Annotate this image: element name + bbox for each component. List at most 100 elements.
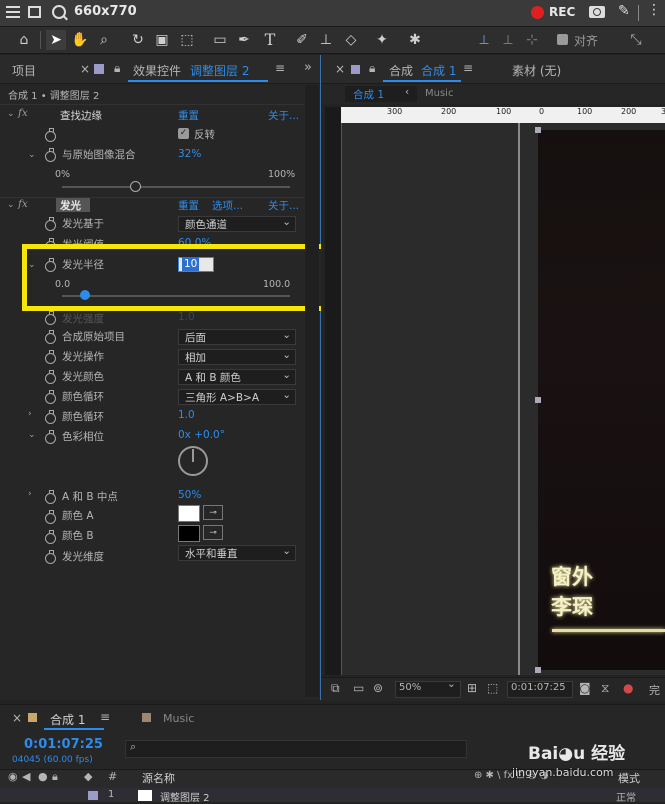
operation-dropdown[interactable]: 相加	[178, 347, 296, 365]
timeline-tab-comp[interactable]: 合成 1	[50, 711, 85, 728]
phase-collapse-icon[interactable]: ⌄	[28, 430, 36, 440]
pen-tool-icon[interactable]: ✒	[234, 30, 254, 50]
snapshot-icon[interactable]: ⧉	[331, 681, 340, 696]
blend-slider-knob[interactable]	[129, 181, 141, 192]
label-tag-icon[interactable]: ◆	[84, 770, 92, 783]
tab-layer-name[interactable]: 调整图层 2	[190, 62, 249, 79]
layer-color-swatch[interactable]	[88, 791, 98, 800]
tab-material[interactable]: 素材 (无)	[512, 62, 561, 79]
glow-reset-link[interactable]: 重置	[178, 198, 199, 213]
snap-world-icon[interactable]: ⊹	[522, 30, 542, 50]
monitor-icon[interactable]: ▭	[353, 681, 364, 695]
align-more-icon[interactable]: ⤡	[626, 30, 646, 50]
glow-about-link[interactable]: 关于...	[268, 198, 299, 213]
color-channel-icon[interactable]: ●	[623, 681, 633, 695]
solo-icon[interactable]: ●	[38, 770, 48, 783]
region-icon[interactable]: ⬚	[487, 681, 498, 695]
close-tab-icon[interactable]: ×	[12, 711, 22, 725]
find-edges-about-link[interactable]: 关于...	[268, 108, 299, 123]
tab-comp-name[interactable]: 合成 1	[421, 62, 456, 79]
camera-icon[interactable]	[589, 6, 605, 18]
dimensions-dropdown[interactable]: 水平和垂直	[178, 543, 296, 561]
maximize-icon[interactable]	[28, 6, 41, 18]
panel-expand-icon[interactable]: »	[304, 60, 312, 75]
glow-collapse-icon[interactable]: ⌄	[7, 200, 15, 210]
fx-icon[interactable]: fx	[18, 198, 28, 210]
stopwatch-icon[interactable]	[45, 350, 56, 364]
search-icon[interactable]	[52, 5, 68, 21]
color-a-eyedropper-icon[interactable]: ⊸	[203, 505, 223, 520]
tab-comp-prefix[interactable]: 合成	[389, 62, 413, 79]
stopwatch-icon[interactable]	[45, 510, 56, 524]
hand-tool-icon[interactable]: ✋	[70, 30, 90, 50]
viewer-timecode[interactable]: 0:01:07:25	[511, 682, 566, 693]
midpoint-expand-icon[interactable]: ›	[28, 489, 32, 499]
phase-value[interactable]: 0x +0.0°	[178, 429, 225, 441]
zoom-tool-icon[interactable]: ⌕	[94, 30, 114, 50]
find-edges-reset-link[interactable]: 重置	[178, 108, 199, 123]
stopwatch-icon[interactable]	[45, 530, 56, 544]
timeline-search-input[interactable]	[125, 740, 467, 758]
color-b-swatch[interactable]	[178, 525, 200, 542]
stopwatch-icon[interactable]	[45, 148, 56, 162]
blend-collapse-icon[interactable]: ⌄	[28, 150, 36, 160]
lock-icon[interactable]: 🔒︎	[369, 61, 375, 76]
puppet-tool-icon[interactable]: ✱	[405, 30, 425, 50]
camera-tool-icon[interactable]: ▣	[152, 30, 172, 50]
stopwatch-icon[interactable]	[45, 258, 56, 272]
guide-line[interactable]	[518, 123, 520, 675]
tab-effect-controls[interactable]: 效果控件	[133, 62, 181, 79]
invert-checkbox[interactable]: ✓	[178, 128, 189, 139]
pan-behind-tool-icon[interactable]: ⬚	[177, 30, 197, 50]
home-icon[interactable]: ⌂	[14, 30, 34, 50]
record-dot-icon[interactable]	[531, 6, 544, 19]
tab-project[interactable]: 项目	[12, 62, 36, 79]
tab-menu-icon[interactable]: ≡	[463, 61, 473, 75]
colors-dropdown[interactable]: A 和 B 颜色	[178, 367, 296, 385]
layer-handle[interactable]	[535, 667, 541, 673]
clone-stamp-tool-icon[interactable]: ⊥	[316, 30, 336, 50]
complete-label[interactable]: 完	[649, 682, 660, 698]
text-tool-icon[interactable]: T	[260, 30, 280, 50]
midpoint-value[interactable]: 50%	[178, 489, 201, 501]
close-tab-icon[interactable]: ×	[80, 62, 90, 76]
intensity-value[interactable]: 1.0	[178, 311, 195, 323]
cycles-value[interactable]: 1.0	[178, 409, 195, 421]
stopwatch-icon[interactable]	[45, 550, 56, 564]
mode-header[interactable]: 模式	[618, 770, 640, 786]
eye-icon[interactable]: ◉	[8, 770, 18, 783]
layer-row[interactable]	[0, 788, 665, 802]
tab-menu-icon[interactable]: ≡	[100, 710, 110, 724]
source-name-header[interactable]: 源名称	[142, 770, 175, 786]
roto-brush-tool-icon[interactable]: ✦	[372, 30, 392, 50]
rec-label[interactable]: REC	[549, 5, 575, 19]
tab-menu-icon[interactable]: ≡	[275, 61, 285, 75]
crumb-music[interactable]: Music	[425, 88, 453, 99]
lock-icon[interactable]: 🔒︎	[52, 770, 58, 784]
zoom-value[interactable]: 50%	[399, 682, 421, 693]
align-checkbox[interactable]	[557, 34, 568, 45]
pen-icon[interactable]: ✎	[618, 3, 630, 19]
timeline-tab-music[interactable]: Music	[163, 712, 194, 725]
lock-icon[interactable]: 🔒︎	[114, 61, 120, 76]
composite-dropdown[interactable]: 后面	[178, 327, 296, 345]
snap-grid-icon[interactable]: ⟂	[498, 30, 518, 50]
mask-icon[interactable]: ⊚	[373, 681, 383, 695]
layer-handle[interactable]	[535, 397, 541, 403]
show-snapshot-icon[interactable]: ⧖	[601, 681, 609, 696]
rectangle-tool-icon[interactable]: ▭	[210, 30, 230, 50]
eraser-tool-icon[interactable]: ◇	[341, 30, 361, 50]
brush-tool-icon[interactable]: ✐	[292, 30, 312, 50]
left-panel-scrollbar[interactable]	[305, 85, 319, 697]
blend-value[interactable]: 32%	[178, 148, 201, 160]
stopwatch-icon[interactable]	[45, 330, 56, 344]
stopwatch-icon[interactable]	[45, 490, 56, 504]
phase-angle-dial[interactable]	[178, 446, 208, 476]
stopwatch-icon[interactable]	[45, 128, 56, 142]
selection-tool-icon[interactable]: ➤	[46, 30, 66, 50]
stopwatch-icon[interactable]	[45, 410, 56, 424]
rotate-tool-icon[interactable]: ↻	[128, 30, 148, 50]
looping-dropdown[interactable]: 三角形 A>B>A	[178, 387, 296, 405]
grid-icon[interactable]: ⊞	[467, 681, 477, 695]
blend-slider-track[interactable]	[62, 186, 290, 188]
